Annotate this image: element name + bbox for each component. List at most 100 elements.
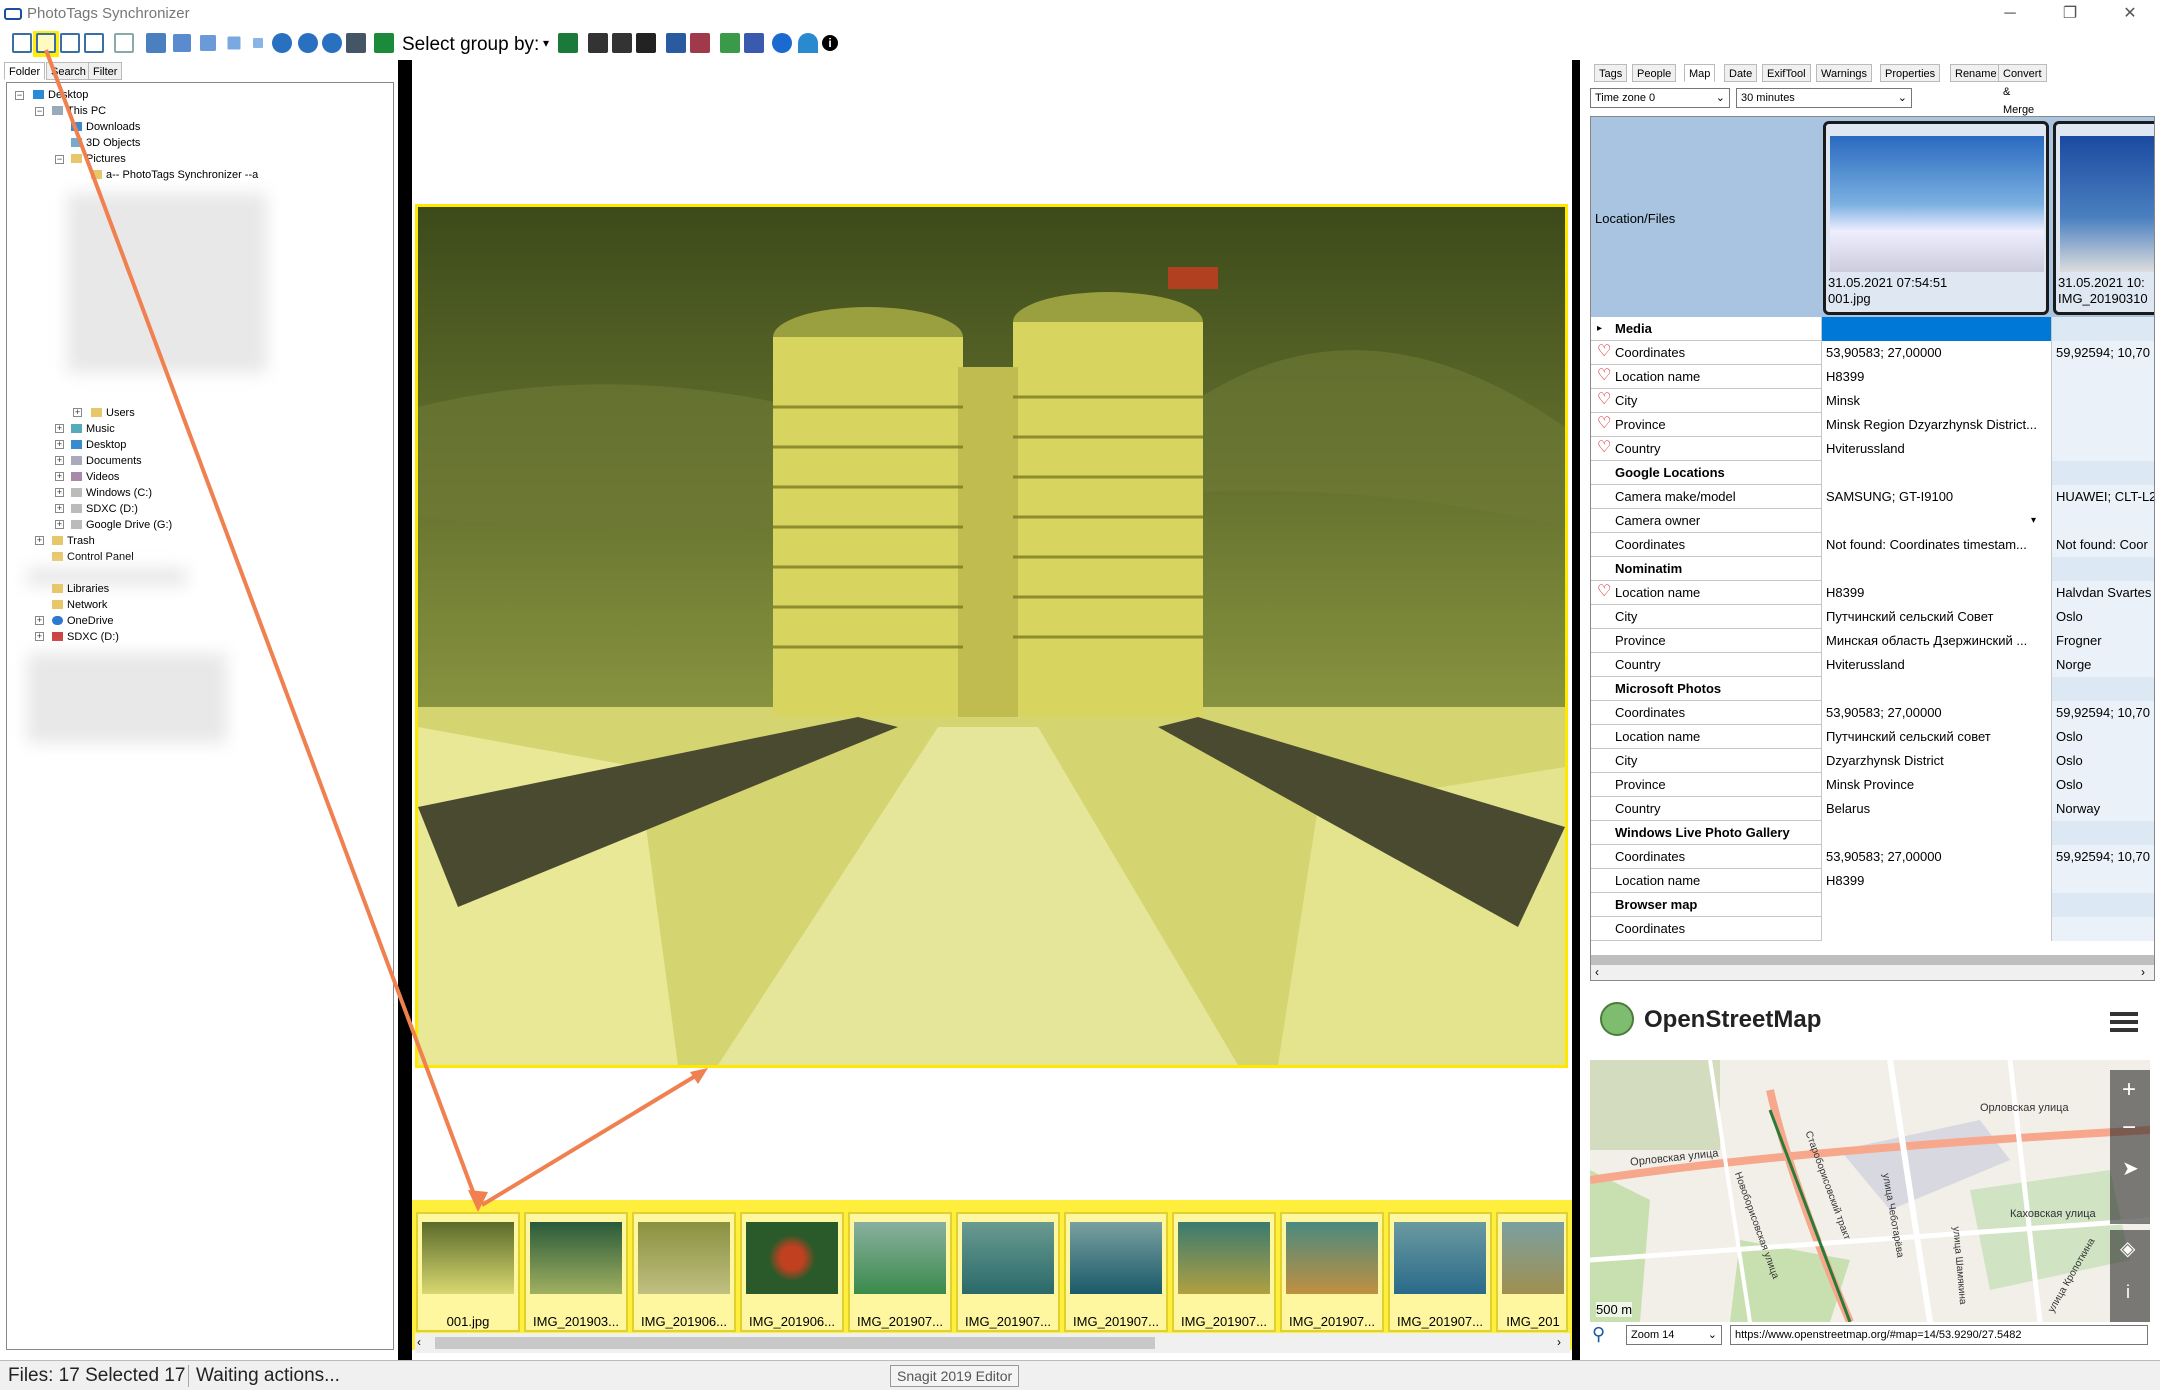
grid-cell-file2[interactable] <box>2051 437 2154 461</box>
expand-icon[interactable]: + <box>55 472 64 481</box>
grid-cell-file1[interactable]: Путчинский сельский Совет <box>1821 605 2051 629</box>
grid-cell-file1[interactable]: Dzyarzhynsk District <box>1821 749 2051 773</box>
thumbnail[interactable]: IMG_201907... <box>1280 1212 1384 1332</box>
grid-row[interactable]: Coordinates <box>1591 917 2154 941</box>
tab-folder[interactable]: Folder <box>4 62 46 80</box>
grid-cell-file1[interactable]: Hviterussland <box>1821 437 2051 461</box>
grid-cell-file2[interactable]: Oslo <box>2051 725 2154 749</box>
tab-tags[interactable]: Tags <box>1594 64 1628 82</box>
maximize-button[interactable]: ❐ <box>2050 2 2090 26</box>
grid-row[interactable]: City ♡ Minsk <box>1591 389 2154 413</box>
grid-cell-file2[interactable] <box>2051 557 2154 581</box>
tree-node-selected[interactable]: a-- PhotoTags Synchronizer --a <box>91 168 259 183</box>
grid-cell-file1[interactable] <box>1821 557 2051 581</box>
grid-cell-file1[interactable]: Belarus <box>1821 797 2051 821</box>
grid-row[interactable]: Coordinates 53,90583; 27,00000 59,92594; 1… <box>1591 845 2154 869</box>
grid-cell-file1[interactable]: H8399 <box>1821 869 2051 893</box>
folder-tree[interactable]: Desktop − This PC − Downloads 3D Objects… <box>6 82 394 1350</box>
tree-node[interactable]: This PC <box>52 104 106 119</box>
thumbnail[interactable]: IMG_201907... <box>848 1212 952 1332</box>
grid-hscrollbar[interactable]: ‹ › <box>1591 965 2154 980</box>
file-column-header-2[interactable]: 31.05.2021 10: IMG_20190310 <box>2053 121 2154 315</box>
file-column-header-1[interactable]: 31.05.2021 07:54:51 001.jpg <box>1823 121 2049 315</box>
map-url-field[interactable]: https://www.openstreetmap.org/#map=14/53… <box>1730 1325 2148 1345</box>
expand-icon[interactable]: + <box>35 632 44 641</box>
grid-row[interactable]: Coordinates 53,90583; 27,00000 59,92594; 1… <box>1591 701 2154 725</box>
thumbnail[interactable]: IMG_201907... <box>1172 1212 1276 1332</box>
scroll-thumb[interactable] <box>435 1337 1155 1349</box>
owner-dropdown-arrow-icon[interactable]: ▾ <box>2031 509 2036 533</box>
grid-cell-file2[interactable]: Norway <box>2051 797 2154 821</box>
grid-row[interactable]: Media ▸ <box>1591 317 2154 341</box>
rotate-left-icon[interactable] <box>272 33 292 53</box>
splitter-left[interactable] <box>400 60 412 1360</box>
tab-filter[interactable]: Filter <box>88 62 123 80</box>
favorite-heart-icon[interactable]: ♡ <box>1597 440 1612 456</box>
tree-node[interactable]: Trash <box>52 534 95 549</box>
tree-node[interactable]: Videos <box>71 470 119 485</box>
grid-cell-file1[interactable]: Not found: Coordinates timestam... <box>1821 533 2051 557</box>
grid-cell-file2[interactable]: Norge <box>2051 653 2154 677</box>
tree-node[interactable]: Network <box>52 598 107 613</box>
grid-row[interactable]: Country Belarus Norway <box>1591 797 2154 821</box>
tree-node[interactable]: Desktop <box>33 88 88 103</box>
grid-row[interactable]: Location name H8399 <box>1591 869 2154 893</box>
expand-icon[interactable]: + <box>55 440 64 449</box>
rotate-180-icon[interactable] <box>298 33 318 53</box>
view-details-icon[interactable] <box>60 33 80 53</box>
grid-cell-file2[interactable]: Oslo <box>2051 749 2154 773</box>
grid-cell-file2[interactable]: Not found: Coor <box>2051 533 2154 557</box>
grid-row[interactable]: Location name ♡ H8399 Halvdan Svartes <box>1591 581 2154 605</box>
grid-row[interactable]: Google Locations <box>1591 461 2154 485</box>
group-by-date-icon[interactable] <box>558 33 578 53</box>
thumbnail[interactable]: 001.jpg <box>416 1212 520 1332</box>
grid-cell-file2[interactable] <box>2051 821 2154 845</box>
thumbnail[interactable]: IMG_201 <box>1496 1212 1568 1332</box>
image-small-icon[interactable] <box>227 36 241 50</box>
compare-icon[interactable] <box>666 33 686 53</box>
expand-icon[interactable]: + <box>55 488 64 497</box>
tab-convert-merge[interactable]: Convert & Merge <box>1998 64 2047 116</box>
group-by-location-icon[interactable] <box>588 33 608 53</box>
map-view[interactable]: Орловская улица Орловская улица Старобор… <box>1590 1060 2150 1322</box>
settings-icon[interactable] <box>772 33 792 53</box>
grid-row[interactable]: Coordinates ♡ 53,90583; 27,00000 59,92594; … <box>1591 341 2154 365</box>
info-icon[interactable]: i <box>2126 1282 2130 1303</box>
thumbnail[interactable]: IMG_201907... <box>1064 1212 1168 1332</box>
zoom-dropdown[interactable]: Zoom 14 ⌄ <box>1626 1325 1722 1345</box>
grid-cell-file1[interactable] <box>1821 917 2051 941</box>
zoom-in-icon[interactable]: + <box>2122 1076 2136 1104</box>
expand-icon[interactable]: + <box>55 424 64 433</box>
image-large-icon[interactable] <box>173 34 191 52</box>
favorite-heart-icon[interactable]: ♡ <box>1597 368 1612 384</box>
grid-row[interactable]: Camera owner ▾ <box>1591 509 2154 533</box>
grid-cell-file2[interactable] <box>2051 317 2154 341</box>
grid-cell-file2[interactable] <box>2051 677 2154 701</box>
scroll-left-icon[interactable]: ‹ <box>417 1335 421 1349</box>
grid-row[interactable]: City Путчинский сельский Совет Oslo <box>1591 605 2154 629</box>
grid-cell-file1[interactable] <box>1821 509 2051 533</box>
grid-cell-file1[interactable]: Minsk Region Dzyarzhynsk District... <box>1821 413 2051 437</box>
grid-row[interactable]: Camera make/model SAMSUNG; GT-I9100 HUAWEI… <box>1591 485 2154 509</box>
grid-cell-file1[interactable] <box>1821 677 2051 701</box>
grid-row[interactable]: Location name Путчинский сельский совет Os… <box>1591 725 2154 749</box>
grid-cell-file1[interactable]: 53,90583; 27,00000 <box>1821 845 2051 869</box>
grid-row[interactable]: Nominatim <box>1591 557 2154 581</box>
grid-cell-file2[interactable]: Halvdan Svartes <box>2051 581 2154 605</box>
grid-cell-file1[interactable]: H8399 <box>1821 581 2051 605</box>
tree-node[interactable]: OneDrive <box>52 614 113 629</box>
tree-node[interactable]: Music <box>71 422 115 437</box>
image-tiny-icon[interactable] <box>253 38 263 48</box>
tree-node[interactable]: SDXC (D:) <box>71 502 138 517</box>
expand-icon[interactable]: ▸ <box>1597 317 1602 341</box>
tree-node[interactable]: SDXC (D:) <box>52 630 119 645</box>
tab-map[interactable]: Map <box>1684 64 1716 82</box>
export-icon[interactable] <box>346 33 366 53</box>
expand-icon[interactable]: + <box>73 408 82 417</box>
expand-icon[interactable]: + <box>55 456 64 465</box>
tree-node[interactable]: Windows (C:) <box>71 486 152 501</box>
view-gallery-icon[interactable] <box>36 33 56 53</box>
grid-row[interactable]: Country ♡ Hviterussland <box>1591 437 2154 461</box>
interval-dropdown[interactable]: 30 minutes ⌄ <box>1736 88 1912 108</box>
filmstrip-scrollbar[interactable]: ‹ › <box>415 1333 1570 1353</box>
